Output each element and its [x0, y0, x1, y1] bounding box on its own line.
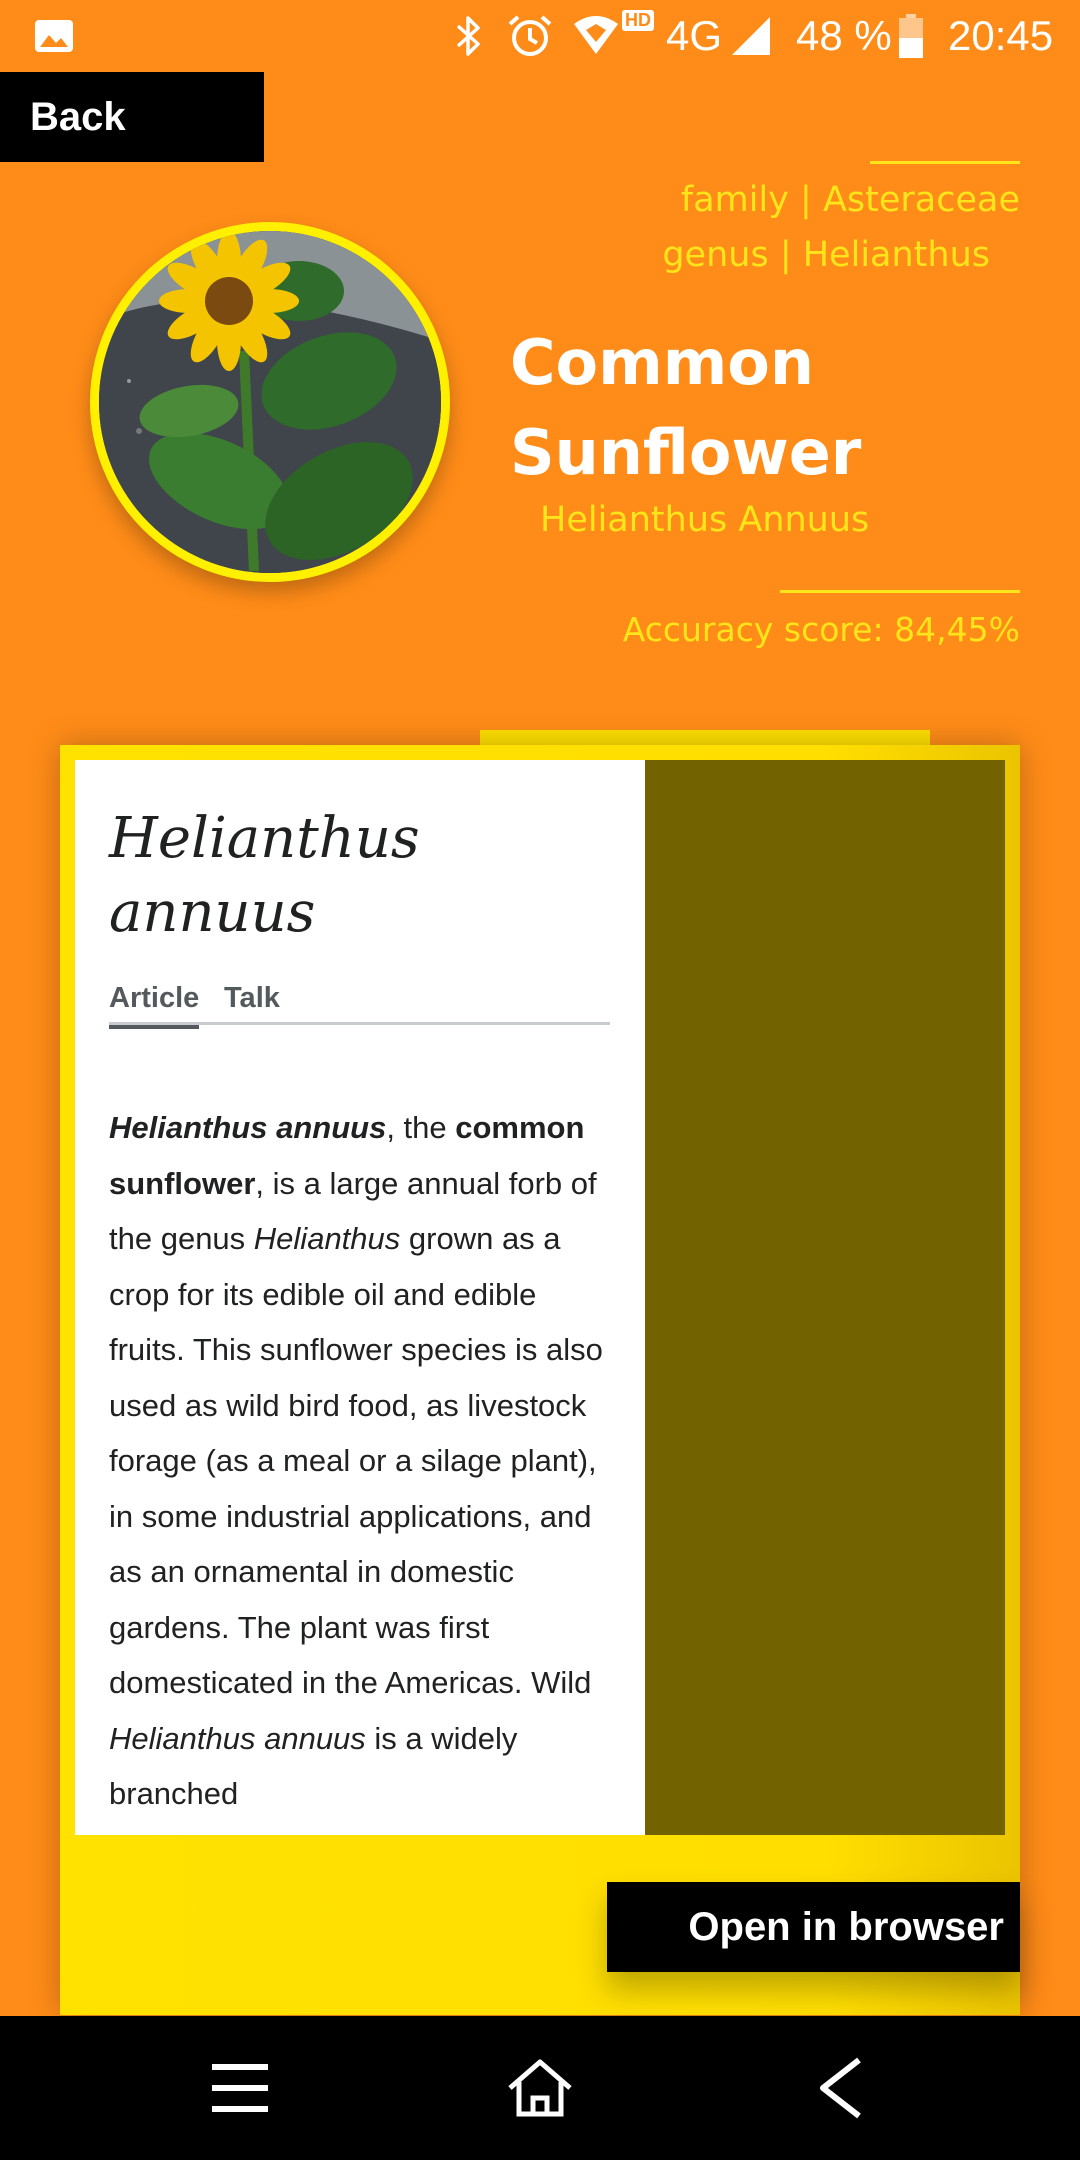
battery-percent: 48 %	[796, 12, 892, 59]
menu-icon[interactable]	[170, 2016, 310, 2160]
hd-badge: HD	[622, 0, 654, 50]
clock: 20:45	[948, 12, 1054, 59]
open-in-browser-button[interactable]: Open in browser	[607, 1882, 1020, 1972]
article-body: Helianthus annuus, the common sunflower,…	[109, 1100, 619, 1822]
body-text: , the	[386, 1110, 456, 1145]
webview-overlay	[645, 760, 1005, 1835]
bluetooth-icon	[452, 0, 484, 72]
divider	[870, 161, 1020, 164]
body-text: grown as a crop for its edible oil and e…	[109, 1221, 603, 1700]
tab-talk[interactable]: Talk	[224, 982, 280, 1015]
battery-icon	[898, 0, 924, 72]
home-icon[interactable]	[470, 2016, 610, 2160]
back-arrow-icon[interactable]	[770, 2016, 910, 2160]
back-button[interactable]: Back	[0, 72, 264, 162]
gallery-icon	[34, 0, 74, 72]
plant-photo	[90, 222, 450, 582]
signal-icon	[730, 0, 772, 72]
bold-italic-text: Helianthus annuus	[109, 1110, 387, 1145]
family-label: family | Asteraceae	[680, 180, 1020, 220]
tab-article[interactable]: Article	[109, 982, 200, 1029]
italic-text: Helianthus	[253, 1221, 401, 1256]
wiki-webview[interactable]: Helianthus annuus Article Talk Helianthu…	[75, 760, 645, 1835]
accuracy-score: Accuracy score: 84,45%	[622, 610, 1020, 649]
wifi-icon	[572, 0, 620, 72]
italic-text: Helianthus annuus	[109, 1720, 366, 1756]
article-tabs: Article Talk	[109, 982, 610, 1029]
scientific-name: Helianthus Annuus	[540, 500, 870, 540]
article-title: Helianthus annuus	[109, 806, 420, 945]
navigation-bar	[0, 2016, 1080, 2160]
common-name-title: Common Sunflower	[510, 326, 862, 489]
status-bar: HD 4G 48 % 20:45	[0, 0, 1080, 72]
alarm-icon	[506, 0, 554, 72]
genus-label: genus | Helianthus	[662, 235, 990, 275]
network-type: 4G	[666, 12, 723, 59]
divider	[780, 590, 1020, 593]
